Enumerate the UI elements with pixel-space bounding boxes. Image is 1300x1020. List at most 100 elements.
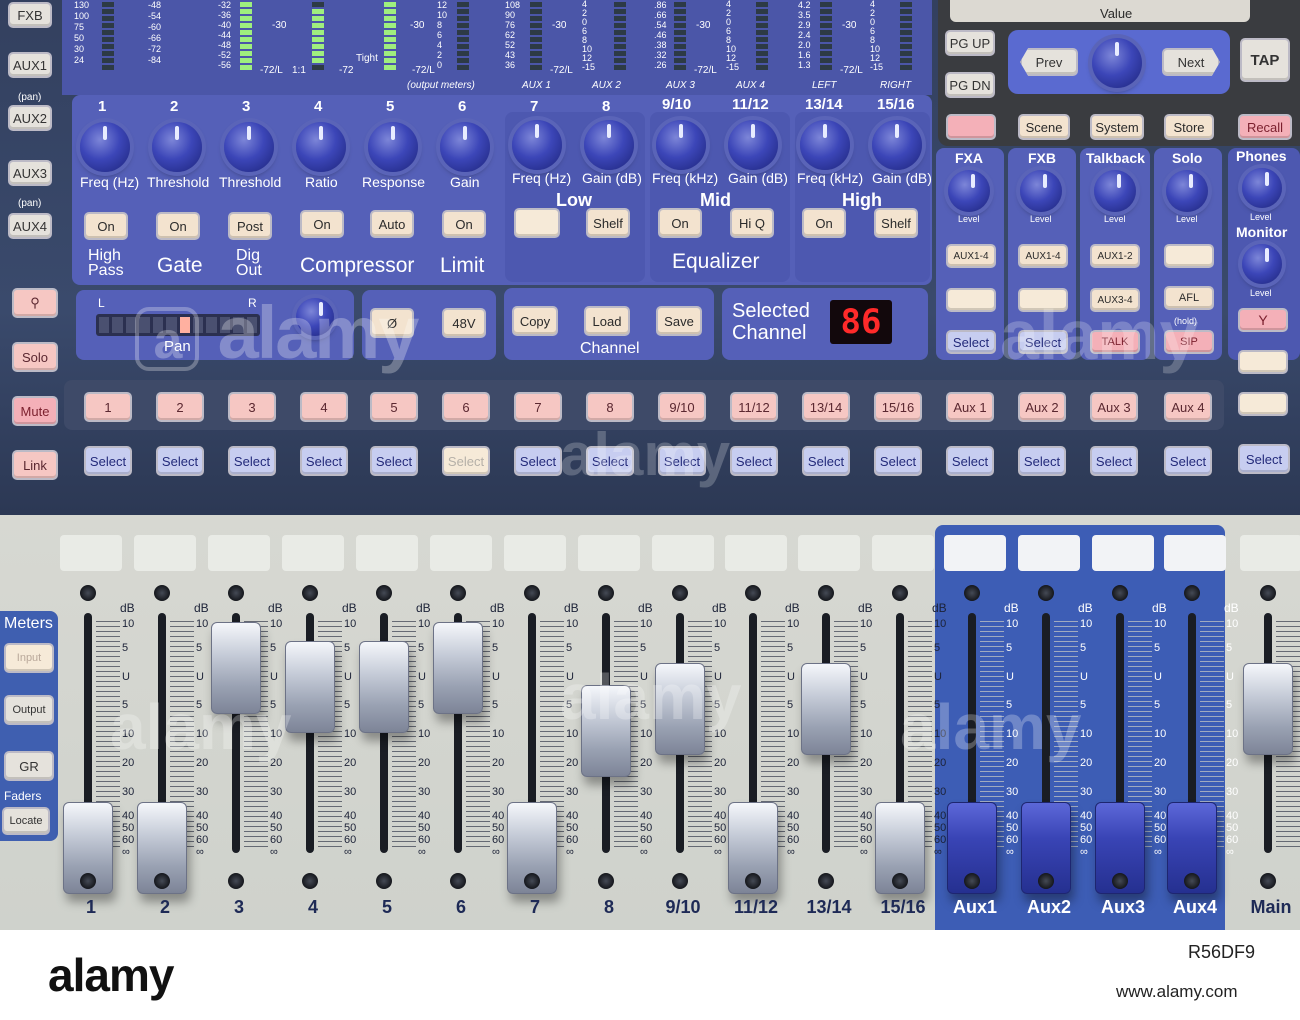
fxa-aux1-4-button[interactable]: AUX1-4 — [946, 244, 996, 268]
channel-select-button[interactable]: Select — [370, 446, 418, 476]
fxa-level-knob[interactable] — [948, 170, 990, 212]
channel-select-button[interactable]: Select — [300, 446, 348, 476]
limit-on-button[interactable]: On — [442, 210, 486, 238]
solo-level-knob[interactable] — [1166, 170, 1208, 212]
channel-select-button[interactable]: Select — [514, 446, 562, 476]
link-mode-button[interactable]: Link — [12, 450, 58, 480]
channel-button-4[interactable]: 4 — [300, 392, 348, 422]
fxa-blank-button[interactable] — [946, 288, 996, 312]
channel-button-2[interactable]: 2 — [156, 392, 204, 422]
channel-select-button[interactable]: Select — [1164, 446, 1212, 476]
channel-select-button[interactable]: Select — [802, 446, 850, 476]
value-encoder-knob[interactable] — [1092, 38, 1142, 88]
solo-blank-button[interactable] — [1164, 244, 1214, 268]
eq-mid-hi-q-button[interactable]: Hi Q — [730, 208, 774, 238]
aux4-bus-button[interactable]: AUX4 — [8, 213, 52, 239]
eq-mid-gain-knob[interactable] — [728, 120, 778, 170]
monitor-blank-button[interactable] — [1238, 350, 1288, 374]
monitor-source-icon[interactable]: Y — [1238, 308, 1288, 332]
faders-locate-button[interactable]: Locate — [2, 807, 50, 835]
fxb-bus-button[interactable]: FXB — [8, 2, 52, 28]
eq-high-freq-knob[interactable] — [800, 120, 850, 170]
channel-select-button[interactable]: Select — [1090, 446, 1138, 476]
compressor-threshold-knob[interactable] — [224, 122, 274, 172]
fader-knob[interactable] — [285, 641, 335, 734]
channel-save-button[interactable]: Save — [656, 306, 702, 336]
channel-button-aux-2[interactable]: Aux 2 — [1018, 392, 1066, 422]
high-pass-freq-knob[interactable] — [80, 122, 130, 172]
solo-mode-button[interactable]: Solo — [12, 342, 58, 372]
compressor-ratio-knob[interactable] — [296, 122, 346, 172]
fader-knob[interactable] — [1243, 663, 1293, 755]
system-blank-button[interactable] — [946, 114, 996, 140]
mute-mode-button[interactable]: Mute — [12, 396, 58, 426]
compressor-gain-knob[interactable] — [440, 122, 490, 172]
recall-button[interactable]: Recall — [1238, 114, 1292, 140]
aux1-bus-button[interactable]: AUX1 — [8, 52, 52, 78]
channel-button-15-16[interactable]: 15/16 — [874, 392, 922, 422]
eq-mid-freq-knob[interactable] — [656, 120, 706, 170]
channel-button-13-14[interactable]: 13/14 — [802, 392, 850, 422]
fxa-select-button[interactable]: Select — [946, 330, 996, 354]
channel-button-9-10[interactable]: 9/10 — [658, 392, 706, 422]
eq-low-freq-knob[interactable] — [512, 120, 562, 170]
channel-select-button[interactable]: Select — [946, 446, 994, 476]
channel-copy-button[interactable]: Copy — [512, 306, 558, 336]
channel-load-button[interactable]: Load — [584, 306, 630, 336]
gate-on-button[interactable]: On — [156, 212, 200, 240]
tap-tempo-button[interactable]: TAP — [1240, 38, 1290, 82]
page-up-button[interactable]: PG UP — [945, 30, 995, 56]
phones-level-knob[interactable] — [1242, 168, 1282, 208]
eq-high-shelf-button[interactable]: Shelf — [874, 208, 918, 238]
meters-output-button[interactable]: Output — [4, 695, 54, 725]
eq-mid-on-button[interactable]: On — [658, 208, 702, 238]
store-button[interactable]: Store — [1164, 114, 1214, 140]
fader-knob[interactable] — [433, 622, 483, 715]
channel-select-button[interactable]: Select — [1018, 446, 1066, 476]
aux3-bus-button[interactable]: AUX3 — [8, 160, 52, 186]
meters-input-button[interactable]: Input — [4, 643, 54, 673]
eq-low-blank-button[interactable] — [514, 208, 560, 238]
channel-select-button[interactable]: Select — [874, 446, 922, 476]
channel-button-1[interactable]: 1 — [84, 392, 132, 422]
fader-knob[interactable] — [359, 641, 409, 734]
high-pass-on-button[interactable]: On — [84, 212, 128, 240]
main-select-button[interactable]: Select — [1238, 444, 1290, 474]
fader-knob[interactable] — [801, 663, 851, 755]
next-button[interactable]: Next — [1162, 48, 1220, 76]
channel-button-7[interactable]: 7 — [514, 392, 562, 422]
network-icon[interactable]: ⚲ — [12, 288, 58, 318]
channel-button-6[interactable]: 6 — [442, 392, 490, 422]
meters-gr-button[interactable]: GR — [4, 751, 54, 781]
talkback-aux1-2-button[interactable]: AUX1-2 — [1090, 244, 1140, 268]
compressor-auto-button[interactable]: Auto — [370, 210, 414, 238]
channel-button-11-12[interactable]: 11/12 — [730, 392, 778, 422]
channel-select-button[interactable]: Select — [228, 446, 276, 476]
dig-out-post-button[interactable]: Post — [228, 212, 272, 240]
fxb-aux1-4-button[interactable]: AUX1-4 — [1018, 244, 1068, 268]
eq-low-shelf-button[interactable]: Shelf — [586, 208, 630, 238]
aux2-bus-button[interactable]: AUX2 — [8, 105, 52, 131]
prev-button[interactable]: Prev — [1020, 48, 1078, 76]
talkback-level-knob[interactable] — [1094, 170, 1136, 212]
compressor-response-knob[interactable] — [368, 122, 418, 172]
channel-button-aux-4[interactable]: Aux 4 — [1164, 392, 1212, 422]
channel-button-5[interactable]: 5 — [370, 392, 418, 422]
channel-select-button[interactable]: Select — [156, 446, 204, 476]
eq-high-gain-knob[interactable] — [872, 120, 922, 170]
compressor-on-button[interactable]: On — [300, 210, 344, 238]
gate-threshold-knob[interactable] — [152, 122, 202, 172]
channel-select-button[interactable]: Select — [442, 446, 490, 476]
monitor-level-knob[interactable] — [1242, 244, 1282, 284]
page-down-button[interactable]: PG DN — [945, 72, 995, 98]
channel-button-8[interactable]: 8 — [586, 392, 634, 422]
scene-button[interactable]: Scene — [1018, 114, 1070, 140]
channel-select-button[interactable]: Select — [84, 446, 132, 476]
monitor-blank-button[interactable] — [1238, 392, 1288, 416]
channel-button-3[interactable]: 3 — [228, 392, 276, 422]
eq-low-gain-knob[interactable] — [584, 120, 634, 170]
fxb-level-knob[interactable] — [1020, 170, 1062, 212]
channel-button-aux-3[interactable]: Aux 3 — [1090, 392, 1138, 422]
channel-select-button[interactable]: Select — [730, 446, 778, 476]
system-button[interactable]: System — [1090, 114, 1144, 140]
